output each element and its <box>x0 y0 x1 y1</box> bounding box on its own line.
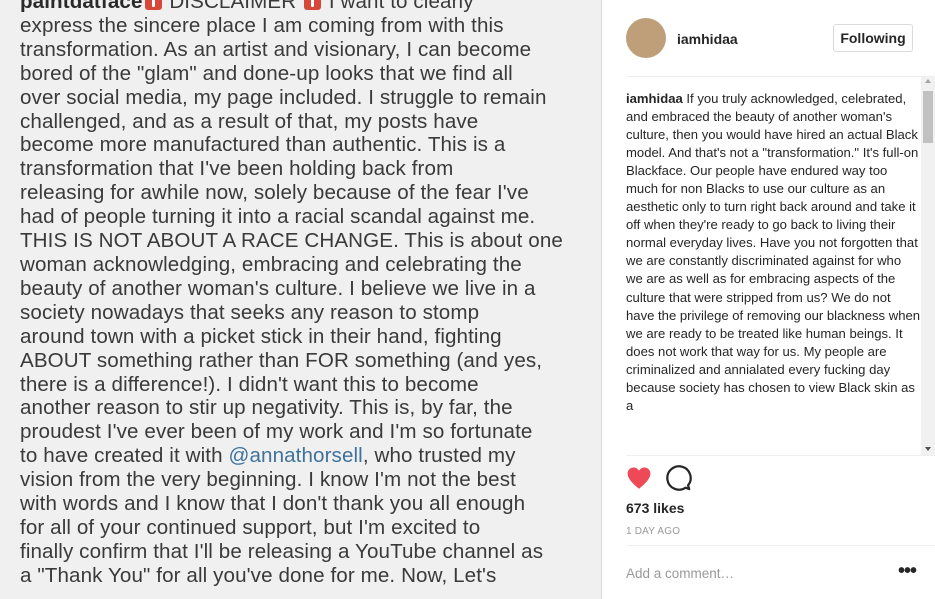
photo-text-line: for all of your continued support, but I… <box>20 516 590 540</box>
exclamation-emoji-icon <box>304 0 322 10</box>
photo-text-segment: woman acknowledging, embracing and celeb… <box>20 252 522 276</box>
photo-text-segment: finally confirm that I'll be releasing a… <box>20 539 544 563</box>
photo-text-line: had of people turning it into a racial s… <box>20 205 590 229</box>
photo-text-segment: a "Thank You" for all you've done for me… <box>20 563 497 587</box>
avatar[interactable] <box>626 18 666 58</box>
photo-text-line: paintdatface DISCLAIMER I want to clearl… <box>20 0 590 14</box>
post-timestamp[interactable]: 1 DAY AGO <box>626 526 680 537</box>
photo-text-segment: DISCLAIMER <box>163 0 303 13</box>
photo-text-line: beauty of another woman's culture. I bel… <box>20 277 590 301</box>
photo-text-line: a "Thank You" for all you've done for me… <box>20 564 590 588</box>
more-options-icon[interactable]: ••• <box>895 561 919 581</box>
post-side-panel: iamhidaa Following iamhidaa If you truly… <box>603 0 935 599</box>
photo-text-line: proudest I've ever been of my work and I… <box>20 420 590 444</box>
photo-text-line: THIS IS NOT ABOUT A RACE CHANGE. This is… <box>20 229 590 253</box>
photo-text-line: express the sincere place I am coming fr… <box>20 14 590 38</box>
photo-text-segment: another reason to stir up negativity. Th… <box>20 396 513 420</box>
speech-bubble-shape <box>666 465 692 491</box>
comments-list: iamhidaa If you truly acknowledged, cele… <box>626 90 921 452</box>
photo-text-segment: transformation that I've been holding ba… <box>20 157 454 181</box>
following-button[interactable]: Following <box>833 24 913 52</box>
photo-text-line: transformation. As an artist and visiona… <box>20 38 590 62</box>
photo-text-segment: challenged, and as a result of that, my … <box>20 109 479 133</box>
photo-text-line: over social media, my page included. I s… <box>20 86 590 110</box>
scroll-up-arrow-icon[interactable] <box>925 79 931 83</box>
photo-text-line: there is a difference!). I didn't want t… <box>20 373 590 397</box>
photo-text-segment: THIS IS NOT ABOUT A RACE CHANGE. This is… <box>20 229 563 253</box>
photo-text-segment: , who trusted my <box>362 444 516 468</box>
photo-text-segment: releasing for awhile now, solely because… <box>20 181 529 205</box>
photo-text-segment: society nowadays that seeks any reason t… <box>20 300 480 324</box>
photo-text-segment: express the sincere place I am coming fr… <box>20 13 504 37</box>
heart-shape <box>627 467 651 489</box>
comment-divider <box>626 545 935 546</box>
likes-count[interactable]: 673 likes <box>626 500 684 516</box>
photo-text-segment: for all of your continued support, but I… <box>20 515 481 539</box>
photo-text-segment: there is a difference!). I didn't want t… <box>20 372 479 396</box>
header-divider <box>626 76 935 77</box>
photo-text-line: become more manufactured than authentic.… <box>20 133 590 157</box>
photo-text-line: around town with a picket stick in their… <box>20 325 590 349</box>
photo-text-segment: ABOUT something rather than FOR somethin… <box>20 348 543 372</box>
photo-mention: @annathorsell <box>228 444 363 468</box>
scroll-down-arrow-icon[interactable] <box>925 447 931 451</box>
photo-text-segment: become more manufactured than authentic.… <box>20 133 506 157</box>
photo-text-line: ABOUT something rather than FOR somethin… <box>20 349 590 373</box>
photo-text-line: challenged, and as a result of that, my … <box>20 110 590 134</box>
comment-username[interactable]: iamhidaa <box>626 91 683 106</box>
photo-text-segment: proudest I've ever been of my work and I… <box>20 420 533 444</box>
header-username[interactable]: iamhidaa <box>677 31 738 47</box>
photo-text-line: another reason to stir up negativity. Th… <box>20 396 590 420</box>
photo-text-segment: over social media, my page included. I s… <box>20 85 547 109</box>
photo-text-segment: bored of the "glam" and done-up looks th… <box>20 61 513 85</box>
actions-divider <box>626 455 935 456</box>
photo-text-line: vision from the very beginning. I know I… <box>20 468 590 492</box>
photo-text-segment: beauty of another woman's culture. I bel… <box>20 276 536 300</box>
photo-text-line: with words and I know that I don't thank… <box>20 492 590 516</box>
caption-comment: iamhidaa If you truly acknowledged, cele… <box>626 90 921 415</box>
photo-text-line: society nowadays that seeks any reason t… <box>20 301 590 325</box>
photo-text-segment: had of people turning it into a racial s… <box>20 205 536 229</box>
photo-text-segment: around town with a picket stick in their… <box>20 324 502 348</box>
heart-icon[interactable] <box>625 464 653 492</box>
photo-text-segment: transformation. As an artist and visiona… <box>20 37 532 61</box>
speech-bubble-icon[interactable] <box>664 464 692 492</box>
photo-text-segment: I want to clearly <box>323 0 474 13</box>
photo-text-line: woman acknowledging, embracing and celeb… <box>20 253 590 277</box>
photo-text-line: to have created it with @annathorsell, w… <box>20 444 590 468</box>
comment-text: If you truly acknowledged, celebrated, a… <box>626 91 921 413</box>
photo-text-line: transformation that I've been holding ba… <box>20 157 590 181</box>
post-image: paintdatface DISCLAIMER I want to clearl… <box>0 0 602 599</box>
comments-scrollbar[interactable] <box>921 77 935 455</box>
photo-text-line: bored of the "glam" and done-up looks th… <box>20 62 590 86</box>
exclamation-emoji-icon <box>144 0 162 10</box>
photo-text-line: finally confirm that I'll be releasing a… <box>20 540 590 564</box>
post-header: iamhidaa Following <box>603 0 935 77</box>
add-comment-input[interactable] <box>626 562 876 584</box>
photo-text-line: releasing for awhile now, solely because… <box>20 181 590 205</box>
photo-caption-text: paintdatface DISCLAIMER I want to clearl… <box>20 0 590 588</box>
photo-text-segment: vision from the very beginning. I know I… <box>20 468 516 492</box>
photo-text-segment: to have created it with <box>20 444 229 468</box>
photo-username: paintdatface <box>20 0 143 13</box>
photo-text-segment: with words and I know that I don't thank… <box>20 492 526 516</box>
scroll-thumb[interactable] <box>923 91 933 143</box>
